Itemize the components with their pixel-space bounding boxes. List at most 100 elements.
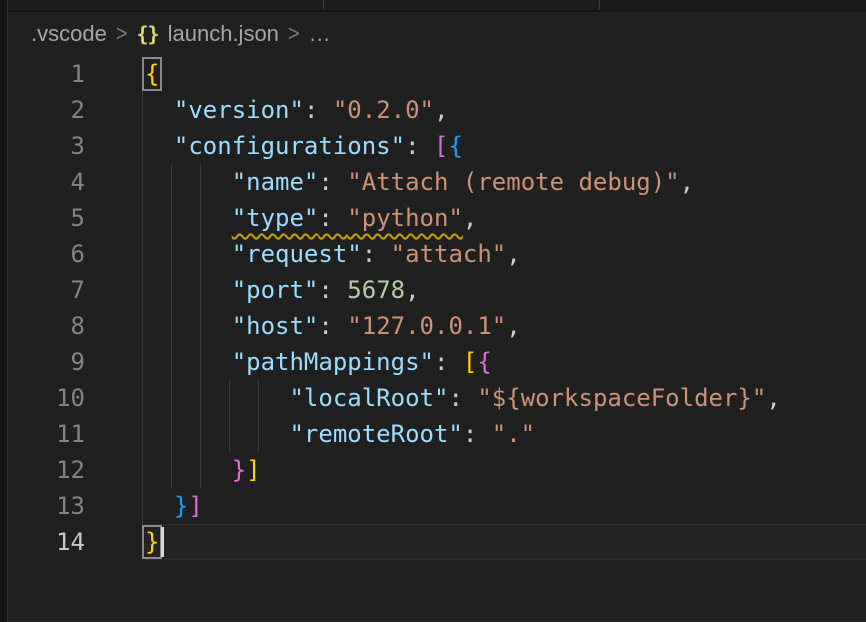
line-number[interactable]: 6 [9, 236, 85, 272]
tab-bottom-edge[interactable] [9, 0, 323, 10]
code-tokens: } [145, 528, 164, 556]
code-tokens: }] [145, 492, 203, 520]
code-token: [ [434, 132, 448, 160]
code-line[interactable]: 9 "pathMappings": [{ [9, 344, 866, 380]
code-line-content[interactable]: "request": "attach", [145, 236, 866, 272]
indent-guide [171, 236, 172, 272]
editor-left-rail [0, 0, 8, 622]
code-lines: 1{2"version": "0.2.0",3"configurations":… [9, 56, 866, 560]
code-token: 5678 [347, 276, 405, 304]
breadcrumb-symbol[interactable]: … [309, 21, 331, 47]
code-token: } [232, 456, 246, 484]
code-line-content[interactable]: }] [145, 488, 866, 524]
editor[interactable]: 1{2"version": "0.2.0",3"configurations":… [9, 56, 866, 622]
line-number[interactable]: 5 [9, 200, 85, 236]
code-line[interactable]: 11 "remoteRoot": "." [9, 416, 866, 452]
line-number[interactable]: 1 [9, 56, 85, 92]
code-token: : [434, 348, 463, 376]
code-token: , [506, 240, 520, 268]
code-line[interactable]: 7 "port": 5678, [9, 272, 866, 308]
line-number[interactable]: 12 [9, 452, 85, 488]
indent-guide [142, 344, 143, 380]
line-number[interactable]: 8 [9, 308, 85, 344]
code-line[interactable]: 4 "name": "Attach (remote debug)", [9, 164, 866, 200]
indent-guide [171, 164, 172, 200]
code-line[interactable]: 12}] [9, 452, 866, 488]
code-tokens: "name": "Attach (remote debug)", [145, 168, 694, 196]
code-line-content[interactable]: "host": "127.0.0.1", [145, 308, 866, 344]
breadcrumb: .vscode > {} launch.json > … [9, 12, 866, 56]
indent-guide [200, 236, 201, 272]
code-token: , [463, 204, 477, 232]
indent-guide [258, 380, 259, 416]
line-number[interactable]: 11 [9, 416, 85, 452]
line-number[interactable]: 10 [9, 380, 85, 416]
line-number[interactable]: 2 [9, 92, 85, 128]
code-tokens: "port": 5678, [145, 276, 420, 304]
indent-guide [200, 272, 201, 308]
code-token: "${workspaceFolder}" [477, 384, 766, 412]
code-line[interactable]: 1{ [9, 56, 866, 92]
code-line-content[interactable]: "localRoot": "${workspaceFolder}", [145, 380, 866, 416]
breadcrumb-file[interactable]: launch.json [168, 21, 279, 47]
code-line-content[interactable]: "type": "python", [145, 200, 866, 236]
line-number[interactable]: 13 [9, 488, 85, 524]
code-token: "Attach (remote debug)" [347, 168, 679, 196]
code-line[interactable]: 10 "localRoot": "${workspaceFolder}", [9, 380, 866, 416]
code-line[interactable]: 13}] [9, 488, 866, 524]
code-token: : [318, 312, 347, 340]
code-line-content[interactable]: "pathMappings": [{ [145, 344, 866, 380]
code-line-content[interactable]: }] [145, 452, 866, 488]
code-line[interactable]: 8 "host": "127.0.0.1", [9, 308, 866, 344]
code-token: { [448, 132, 462, 160]
code-tokens: "remoteRoot": "." [145, 420, 535, 448]
line-number[interactable]: 3 [9, 128, 85, 164]
code-line[interactable]: 6 "request": "attach", [9, 236, 866, 272]
indent-guide [171, 200, 172, 236]
code-line-content[interactable]: "configurations": [{ [145, 128, 866, 164]
indent-guide [171, 344, 172, 380]
line-number[interactable]: 7 [9, 272, 85, 308]
code-line[interactable]: 2 "version": "0.2.0", [9, 92, 866, 128]
code-line-content[interactable]: "remoteRoot": "." [145, 416, 866, 452]
code-line-content[interactable]: "version": "0.2.0", [145, 92, 866, 128]
code-token: "port" [232, 276, 319, 304]
code-line-content[interactable]: } [145, 524, 866, 560]
matched-bracket: } [145, 528, 159, 556]
code-token: "." [492, 420, 535, 448]
tab-bottom-edge[interactable] [324, 0, 599, 10]
code-token: , [506, 312, 520, 340]
indent-guide [200, 380, 201, 416]
code-tokens: "type": "python", [145, 204, 477, 232]
code-token: "localRoot" [289, 384, 448, 412]
indent-guide [142, 452, 143, 488]
code-line[interactable]: 5 "type": "python", [9, 200, 866, 236]
line-number[interactable]: 4 [9, 164, 85, 200]
code-line-content[interactable]: "name": "Attach (remote debug)", [145, 164, 866, 200]
code-line[interactable]: 14} [9, 524, 866, 560]
json-file-icon: {} [137, 22, 159, 46]
code-line-content[interactable]: "port": 5678, [145, 272, 866, 308]
code-token: , [405, 276, 419, 304]
code-line-content[interactable]: { [145, 56, 866, 92]
breadcrumb-folder[interactable]: .vscode [31, 21, 107, 47]
code-tokens: { [145, 60, 159, 88]
code-token: : [362, 240, 391, 268]
line-number[interactable]: 14 [9, 524, 85, 560]
code-tokens: "version": "0.2.0", [145, 96, 448, 124]
tab-strip [9, 0, 866, 12]
indent-guide [142, 200, 143, 236]
code-tokens: "host": "127.0.0.1", [145, 312, 521, 340]
code-token: "type" [232, 204, 319, 232]
code-line[interactable]: 3 "configurations": [{ [9, 128, 866, 164]
code-token: [ [463, 348, 477, 376]
indent-guide [142, 488, 143, 524]
code-token: "pathMappings" [232, 348, 434, 376]
code-token: } [174, 492, 188, 520]
code-tokens: "configurations": [{ [145, 132, 463, 160]
indent-guide [200, 344, 201, 380]
indent-guide [142, 92, 143, 128]
indent-guide [200, 200, 201, 236]
line-number[interactable]: 9 [9, 344, 85, 380]
code-token: "0.2.0" [333, 96, 434, 124]
